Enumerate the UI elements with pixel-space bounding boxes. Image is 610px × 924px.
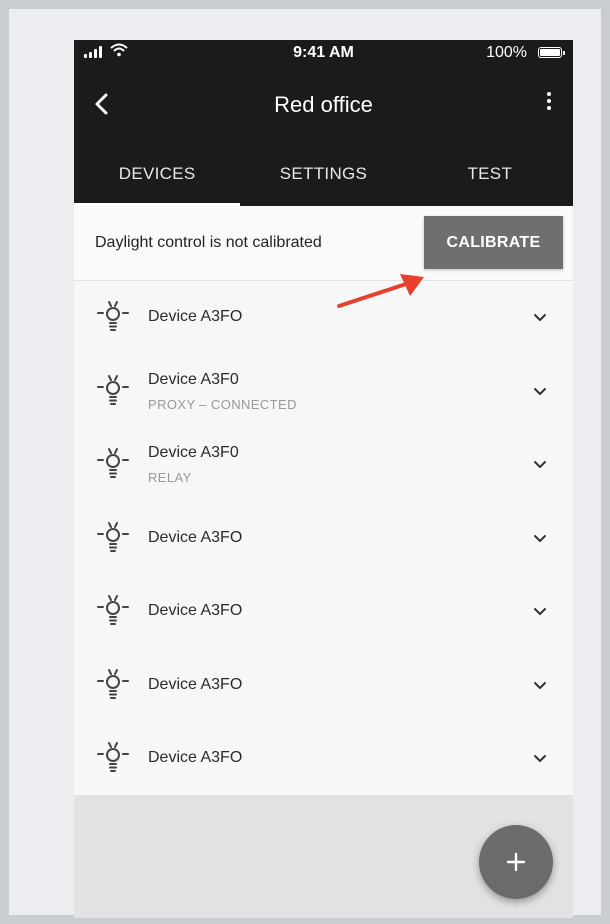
tab-settings[interactable]: SETTINGS [240, 158, 406, 206]
chevron-down-icon[interactable] [533, 681, 547, 691]
device-name: Device A3F0 [148, 370, 239, 388]
device-name: Device A3FO [148, 675, 243, 693]
chevron-down-icon[interactable] [533, 754, 547, 764]
tab-devices[interactable]: DEVICES [74, 158, 241, 206]
page-title: Red office [274, 92, 373, 117]
light-bulb-icon [97, 595, 129, 625]
device-status: RELAY [148, 470, 192, 485]
tab-test[interactable]: TEST [407, 158, 573, 206]
light-bulb-icon [97, 521, 129, 552]
battery-icon [538, 47, 565, 58]
device-list: Device A3FO Device A3F0 PROXY – CONNECTE… [74, 281, 573, 796]
device-row[interactable]: Device A3FO [74, 649, 573, 723]
calibration-banner: Daylight control is not calibrated CALIB… [74, 206, 573, 281]
device-name: Device A3FO [148, 749, 243, 766]
add-device-button[interactable] [479, 825, 553, 899]
calibrate-button[interactable]: CALIBRATE [424, 216, 563, 269]
chevron-down-icon[interactable] [533, 387, 547, 397]
battery-percent: 100% [486, 44, 527, 61]
light-bulb-icon [97, 374, 129, 405]
chevron-down-icon[interactable] [533, 534, 547, 544]
chevron-down-icon[interactable] [533, 313, 547, 323]
device-name: Device A3FO [148, 308, 243, 325]
chevron-down-icon[interactable] [533, 460, 547, 470]
plus-icon [506, 852, 526, 872]
light-bulb-icon [97, 742, 129, 772]
more-vertical-icon[interactable] [541, 92, 557, 120]
app-bar: Red office [74, 80, 573, 128]
light-bulb-icon [97, 668, 129, 699]
device-row[interactable]: Device A3FO [74, 502, 573, 576]
phone-screen: 9:41 AM 100% Red office DEVICES SETTINGS… [74, 40, 573, 918]
screenshot-frame: 9:41 AM 100% Red office DEVICES SETTINGS… [9, 9, 601, 918]
tab-bar: DEVICES SETTINGS TEST [74, 158, 573, 206]
top-app-bar: 9:41 AM 100% Red office DEVICES SETTINGS… [74, 40, 573, 206]
chevron-down-icon[interactable] [533, 607, 547, 617]
calibration-message: Daylight control is not calibrated [95, 234, 322, 251]
device-name: Device A3FO [148, 528, 243, 546]
device-row[interactable]: Device A3FO [74, 281, 573, 355]
device-status: PROXY – CONNECTED [148, 396, 297, 412]
device-row[interactable]: Device A3F0 RELAY [74, 428, 573, 502]
device-row[interactable]: Device A3FO [74, 575, 573, 649]
device-name: Device A3FO [148, 602, 243, 619]
light-bulb-icon [97, 448, 129, 478]
device-name: Device A3F0 [148, 444, 239, 461]
status-bar: 9:41 AM 100% [74, 40, 573, 66]
device-row[interactable]: Device A3F0 PROXY – CONNECTED [74, 355, 573, 429]
light-bulb-icon [97, 301, 129, 331]
device-row[interactable]: Device A3FO [74, 722, 573, 796]
